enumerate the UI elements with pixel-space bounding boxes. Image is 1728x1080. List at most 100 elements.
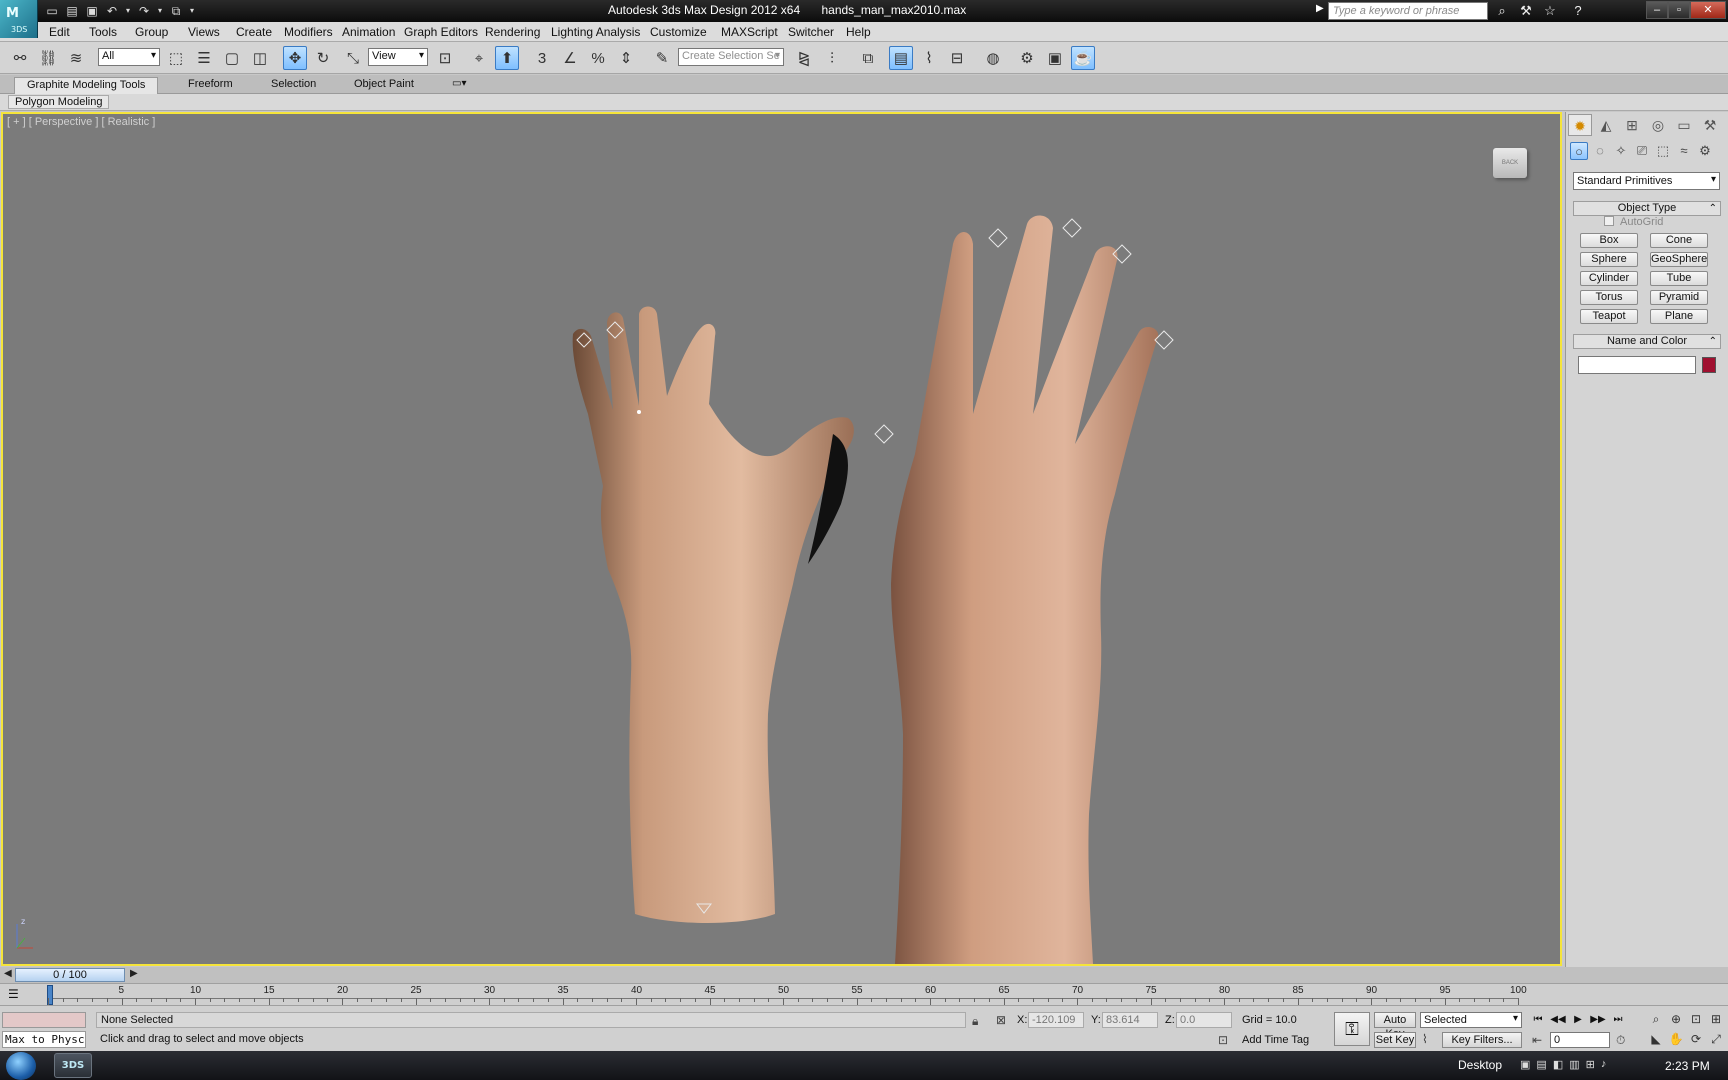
default-tangents-icon[interactable]: ⌇ (1422, 1032, 1428, 1046)
select-and-link-icon[interactable]: ⚯ (8, 46, 32, 70)
percent-snap-icon[interactable]: % (586, 46, 610, 70)
menu-tools[interactable]: Tools (89, 25, 117, 39)
new-file-icon[interactable]: ▭ (44, 4, 60, 18)
select-by-name-icon[interactable]: ☰ (192, 46, 216, 70)
add-time-tag[interactable]: Add Time Tag (1242, 1034, 1309, 1046)
utilities-tab-icon[interactable]: ⚒ (1698, 114, 1722, 136)
sphere-button[interactable]: Sphere (1580, 252, 1638, 267)
graphite-toggle-icon[interactable]: ▤ (889, 46, 913, 70)
time-slider[interactable]: ◀ 0 / 100 ▶ (0, 967, 1728, 983)
selection-filter-dropdown[interactable]: All (98, 48, 160, 66)
angle-snap-icon[interactable]: ∠ (558, 46, 582, 70)
hands-model[interactable] (3, 114, 1562, 966)
render-setup-icon[interactable]: ⚙ (1015, 46, 1039, 70)
viewport-label-menu[interactable]: [ + ] [ Perspective ] [ Realistic ] (7, 116, 155, 128)
torus-button[interactable]: Torus (1580, 290, 1638, 305)
snaps-toggle-icon[interactable]: 3 (530, 46, 554, 70)
shapes-icon[interactable]: ◌ (1591, 142, 1609, 160)
next-frame-icon[interactable]: ▶▶ (1590, 1013, 1606, 1027)
select-manipulate-icon[interactable]: ⌖ (467, 46, 491, 70)
align-icon[interactable]: ⫶ (820, 46, 844, 70)
unlink-icon[interactable]: ⛓ (36, 46, 60, 70)
next-frame-icon[interactable]: ▶ (130, 968, 138, 979)
select-and-scale-icon[interactable]: ⤡ (341, 46, 365, 70)
key-filters-button[interactable]: Key Filters... (1442, 1032, 1522, 1048)
time-slider-thumb[interactable]: 0 / 100 (15, 968, 125, 982)
zoom-icon[interactable]: ⌕ (1646, 1012, 1666, 1028)
previous-frame-icon[interactable]: ◀◀ (1550, 1013, 1566, 1027)
render-production-icon[interactable]: ☕ (1071, 46, 1095, 70)
undo-icon[interactable]: ↶ (104, 4, 120, 18)
redo-icon[interactable]: ↷ (136, 4, 152, 18)
network-icon[interactable]: ⊞ (1586, 1058, 1595, 1071)
auto-key-button[interactable]: Auto Key (1374, 1012, 1416, 1040)
application-button[interactable]: M 3DS (0, 0, 38, 38)
box-button[interactable]: Box (1580, 233, 1638, 248)
tab-freeform[interactable]: Freeform (176, 77, 245, 94)
right-hand-mesh[interactable] (891, 215, 1159, 966)
save-file-icon[interactable]: ▣ (84, 4, 100, 18)
rectangular-selection-icon[interactable]: ▢ (220, 46, 244, 70)
hierarchy-tab-icon[interactable]: ⊞ (1620, 114, 1644, 136)
binoculars-icon[interactable]: ⌕ (1492, 2, 1512, 20)
x-coordinate-field[interactable]: -120.109 (1028, 1012, 1084, 1028)
select-object-icon[interactable]: ⬚ (164, 46, 188, 70)
start-button[interactable] (6, 1052, 36, 1080)
geometry-icon[interactable]: ○ (1570, 142, 1588, 160)
y-coordinate-field[interactable]: 83.614 (1102, 1012, 1158, 1028)
star-icon[interactable]: ☆ (1540, 2, 1560, 20)
zoom-extents-all-icon[interactable]: ⊞ (1706, 1012, 1726, 1028)
orbit-icon[interactable]: ⟳ (1686, 1032, 1706, 1048)
menu-group[interactable]: Group (135, 25, 168, 39)
lights-icon[interactable]: ✧ (1612, 142, 1630, 160)
key-mode-dropdown[interactable]: Selected (1420, 1012, 1522, 1028)
menu-modifiers[interactable]: Modifiers (284, 25, 333, 39)
menu-lighting-analysis[interactable]: Lighting Analysis (551, 25, 640, 39)
project-folder-icon[interactable]: ⧉ (168, 4, 184, 18)
curve-editor-icon[interactable]: ⌇ (917, 46, 941, 70)
modify-tab-icon[interactable]: ◭ (1594, 114, 1618, 136)
clock[interactable]: 2:23 PM (1665, 1059, 1710, 1073)
pivot-center-icon[interactable]: ⊡ (433, 46, 457, 70)
create-tab-icon[interactable]: ✹ (1568, 114, 1592, 136)
cameras-icon[interactable]: ⎚ (1633, 142, 1651, 160)
tray-icon-4[interactable]: ▥ (1569, 1058, 1579, 1071)
display-tab-icon[interactable]: ▭ (1672, 114, 1696, 136)
tab-object-paint[interactable]: Object Paint (342, 77, 426, 94)
infocenter-search-input[interactable]: Type a keyword or phrase (1328, 2, 1488, 20)
cylinder-button[interactable]: Cylinder (1580, 271, 1638, 286)
tab-selection[interactable]: Selection (259, 77, 328, 94)
menu-help[interactable]: Help (846, 25, 871, 39)
geosphere-button[interactable]: GeoSphere (1650, 252, 1708, 267)
current-frame-field[interactable]: 0 (1550, 1032, 1610, 1048)
viewcube-icon[interactable]: BACK (1493, 148, 1527, 178)
search-expand-icon[interactable]: ▶ (1316, 3, 1324, 14)
menu-maxscript[interactable]: MAXScript (721, 25, 778, 39)
named-selection-sets-dropdown[interactable]: Create Selection Se (678, 48, 784, 66)
minimize-button[interactable]: – (1646, 1, 1668, 19)
zoom-all-icon[interactable]: ⊕ (1666, 1012, 1686, 1028)
key-tools-icon[interactable]: ⚒ (1516, 2, 1536, 20)
helpers-icon[interactable]: ⬚ (1654, 142, 1672, 160)
z-coordinate-field[interactable]: 0.0 (1176, 1012, 1232, 1028)
zoom-extents-icon[interactable]: ⊡ (1686, 1012, 1706, 1028)
transform-mode-icon[interactable]: ⊠ (996, 1013, 1006, 1027)
volume-icon[interactable]: ♪ (1601, 1058, 1607, 1071)
open-file-icon[interactable]: ▤ (64, 4, 80, 18)
plane-button[interactable]: Plane (1650, 309, 1708, 324)
maximize-viewport-icon[interactable]: ⤢ (1706, 1032, 1726, 1048)
redo-dropdown-icon[interactable]: ▾ (156, 4, 164, 18)
menu-animation[interactable]: Animation (342, 25, 395, 39)
menu-views[interactable]: Views (188, 25, 220, 39)
menu-edit[interactable]: Edit (49, 25, 70, 39)
material-editor-icon[interactable]: ◍ (981, 46, 1005, 70)
rendered-frame-window-icon[interactable]: ▣ (1043, 46, 1067, 70)
mini-curve-editor-icon[interactable]: ☰ (8, 987, 28, 1003)
autogrid-checkbox[interactable]: AutoGrid (1604, 216, 1663, 228)
track-bar[interactable]: ☰ 5 10 15 20 25 30 35 40 45 50 55 60 65 70 75 80 85 90 95 1… (0, 983, 1728, 1005)
customize-qat-icon[interactable]: ▾ (188, 4, 196, 18)
schematic-view-icon[interactable]: ⊟ (945, 46, 969, 70)
menu-create[interactable]: Create (236, 25, 272, 39)
undo-dropdown-icon[interactable]: ▾ (124, 4, 132, 18)
pyramid-button[interactable]: Pyramid (1650, 290, 1708, 305)
